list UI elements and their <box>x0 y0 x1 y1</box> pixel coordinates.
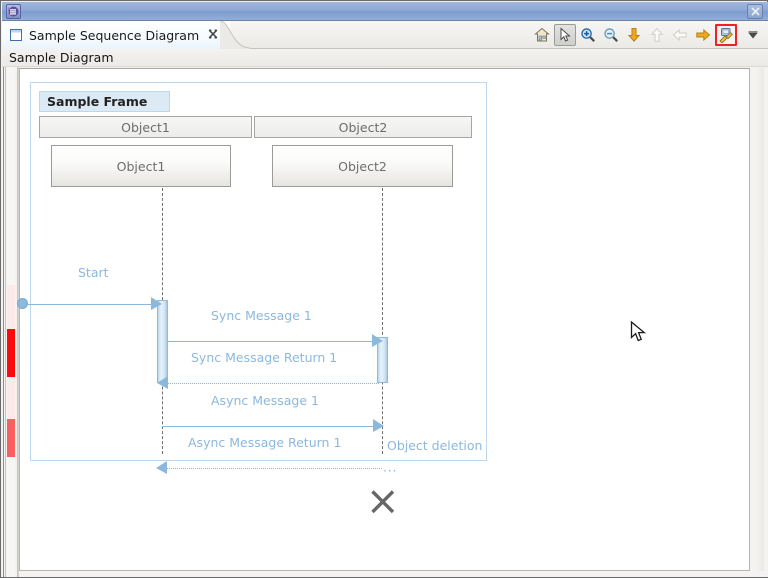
eclipse-app-icon <box>6 4 21 19</box>
message-label-async-1[interactable]: Async Message 1 <box>211 393 319 408</box>
zoom-out-icon[interactable] <box>600 24 622 46</box>
select-pointer-icon[interactable] <box>554 24 576 46</box>
object-label: Object2 <box>338 159 387 174</box>
lifeline-header-object2[interactable]: Object2 <box>254 116 472 138</box>
frame-label-tag[interactable]: Sample Frame <box>39 91 170 112</box>
lifeline-header-object1[interactable]: Object1 <box>39 116 252 138</box>
message-label-async-return-1[interactable]: Async Message Return 1 <box>188 435 341 450</box>
window-titlebar <box>2 2 768 21</box>
arrowhead-sync-return-1 <box>157 376 169 390</box>
tab-trailing-curve <box>220 21 250 49</box>
tab-close-icon[interactable] <box>208 29 218 41</box>
editor-toolbar <box>531 23 764 47</box>
object-deletion-label[interactable]: Object deletion <box>387 438 482 453</box>
marker-error-1[interactable] <box>7 329 15 377</box>
frame-label: Sample Frame <box>47 94 147 109</box>
ruler-line-outer <box>3 67 4 577</box>
editor-canvas-area[interactable]: Sample Frame Object1 Object2 Object1 Ob <box>2 67 768 577</box>
marker-warning-1[interactable] <box>7 419 15 457</box>
window-close-button[interactable] <box>747 4 763 19</box>
message-line-sync-1[interactable] <box>167 341 379 342</box>
arrowhead-sync-1 <box>372 334 384 348</box>
application-window: Sample Sequence Diagram <box>0 0 768 578</box>
diagram-title-bar: Sample Diagram <box>2 49 768 67</box>
page-title: Sample Diagram <box>2 50 114 65</box>
diagram-editor-icon <box>10 29 22 41</box>
object-box-object2[interactable]: Object2 <box>272 145 453 187</box>
tab-sample-sequence-diagram[interactable]: Sample Sequence Diagram <box>2 21 230 49</box>
message-line-async-1[interactable] <box>162 426 380 427</box>
arrow-left-icon[interactable] <box>669 24 691 46</box>
message-line-sync-return-1[interactable] <box>167 383 379 384</box>
object-deletion-dots: ··· <box>383 464 397 478</box>
lifeline-header-label: Object2 <box>339 120 388 135</box>
object-box-object1[interactable]: Object1 <box>51 145 231 187</box>
chevron-down-icon[interactable] <box>742 24 764 46</box>
arrow-right-icon[interactable] <box>692 24 714 46</box>
diagram-canvas[interactable]: Sample Frame Object1 Object2 Object1 Ob <box>19 68 750 571</box>
home-icon[interactable] <box>531 24 553 46</box>
marker-ruler-bar[interactable] <box>2 67 19 577</box>
object-deletion-x-mark[interactable] <box>370 489 396 515</box>
zoom-in-icon[interactable] <box>577 24 599 46</box>
message-line-start[interactable] <box>27 304 159 305</box>
tab-label: Sample Sequence Diagram <box>29 28 199 43</box>
editor-tab-row: Sample Sequence Diagram <box>2 21 768 49</box>
lifeline-object2[interactable] <box>382 188 383 454</box>
message-label-sync-return-1[interactable]: Sync Message Return 1 <box>191 350 337 365</box>
ruler-line-inner <box>5 67 6 577</box>
arrowhead-async-1 <box>373 419 385 433</box>
arrowhead-async-return-1 <box>156 461 168 475</box>
arrow-down-icon[interactable] <box>623 24 645 46</box>
message-label-sync-1[interactable]: Sync Message 1 <box>211 308 312 323</box>
message-label-start[interactable]: Start <box>78 265 109 280</box>
ruler-line-right <box>17 67 18 577</box>
canvas-right-edge <box>756 68 764 571</box>
print-capture-icon[interactable] <box>715 24 737 46</box>
object-label: Object1 <box>117 159 166 174</box>
sequence-diagram-frame[interactable]: Sample Frame Object1 Object2 Object1 Ob <box>30 82 487 461</box>
message-line-async-return-1[interactable] <box>162 468 382 469</box>
arrowhead-start <box>151 297 163 311</box>
arrow-up-icon[interactable] <box>646 24 668 46</box>
lifeline-header-label: Object1 <box>121 120 170 135</box>
